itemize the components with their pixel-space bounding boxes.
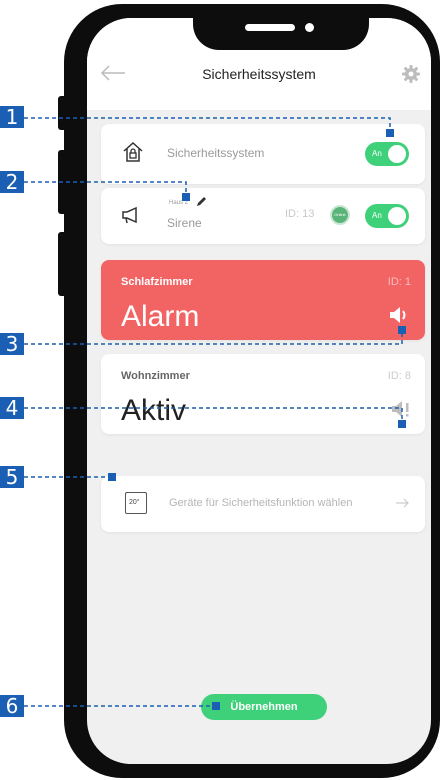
speaker-alert-icon[interactable] [391, 400, 413, 418]
siren-location: Haus 2 [169, 200, 189, 206]
online-status-badge: Online [330, 205, 350, 225]
apply-button[interactable]: Übernehmen [201, 694, 327, 720]
page-title: Sicherheitssystem [202, 66, 316, 82]
select-devices-card[interactable]: 20° Geräte für Sicherheitsfunktion wähle… [101, 476, 425, 532]
room-status: Alarm [121, 300, 200, 333]
security-system-toggle[interactable]: An [365, 142, 409, 166]
phone-notch [193, 10, 369, 50]
toggle-on-label: An [372, 211, 382, 220]
toggle-knob [388, 207, 406, 225]
gear-icon[interactable] [401, 64, 421, 84]
arrow-right-icon [396, 498, 409, 508]
callout-5: 5 [0, 466, 24, 488]
volume-up-button [58, 150, 66, 214]
thermostat-icon: 20° [125, 492, 147, 514]
thermostat-value: 20° [129, 499, 140, 506]
pencil-icon[interactable] [195, 196, 207, 208]
callout-1: 1 [0, 106, 24, 128]
living-room-card[interactable]: Wohnzimmer ID: 8 Aktiv [101, 354, 425, 434]
volume-down-button [58, 232, 66, 296]
siren-toggle[interactable]: An [365, 204, 409, 228]
room-status: Aktiv [121, 394, 187, 427]
speaker-loud-icon[interactable] [389, 306, 411, 324]
security-system-card: Sicherheitssystem An [101, 124, 425, 184]
callout-3: 3 [0, 333, 24, 355]
notch-camera [305, 23, 314, 32]
phone-screen: Sicherheitssystem Sicherheitssystem An H… [87, 18, 431, 764]
toggle-knob [388, 145, 406, 163]
select-devices-label: Geräte für Sicherheitsfunktion wählen [169, 497, 353, 509]
callout-6: 6 [0, 695, 24, 717]
bedroom-alarm-card[interactable]: Schlafzimmer ID: 1 Alarm [101, 260, 425, 340]
siren-id: ID: 13 [285, 208, 315, 220]
siren-name: Sirene [167, 216, 202, 230]
toggle-on-label: An [372, 149, 382, 158]
callout-4: 4 [0, 397, 24, 419]
room-name: Wohnzimmer [121, 370, 190, 382]
room-name: Schlafzimmer [121, 276, 193, 288]
siren-card: Haus 2 Sirene ID: 13 Online An [101, 188, 425, 244]
room-id: ID: 1 [387, 276, 411, 288]
callout-2: 2 [0, 171, 24, 193]
online-status-text: Online [334, 212, 346, 217]
mute-switch [58, 96, 66, 130]
house-lock-icon [123, 141, 143, 162]
megaphone-icon [122, 206, 137, 224]
notch-speaker [245, 24, 295, 31]
room-id: ID: 8 [387, 370, 411, 382]
security-system-label: Sicherheitssystem [167, 146, 265, 160]
